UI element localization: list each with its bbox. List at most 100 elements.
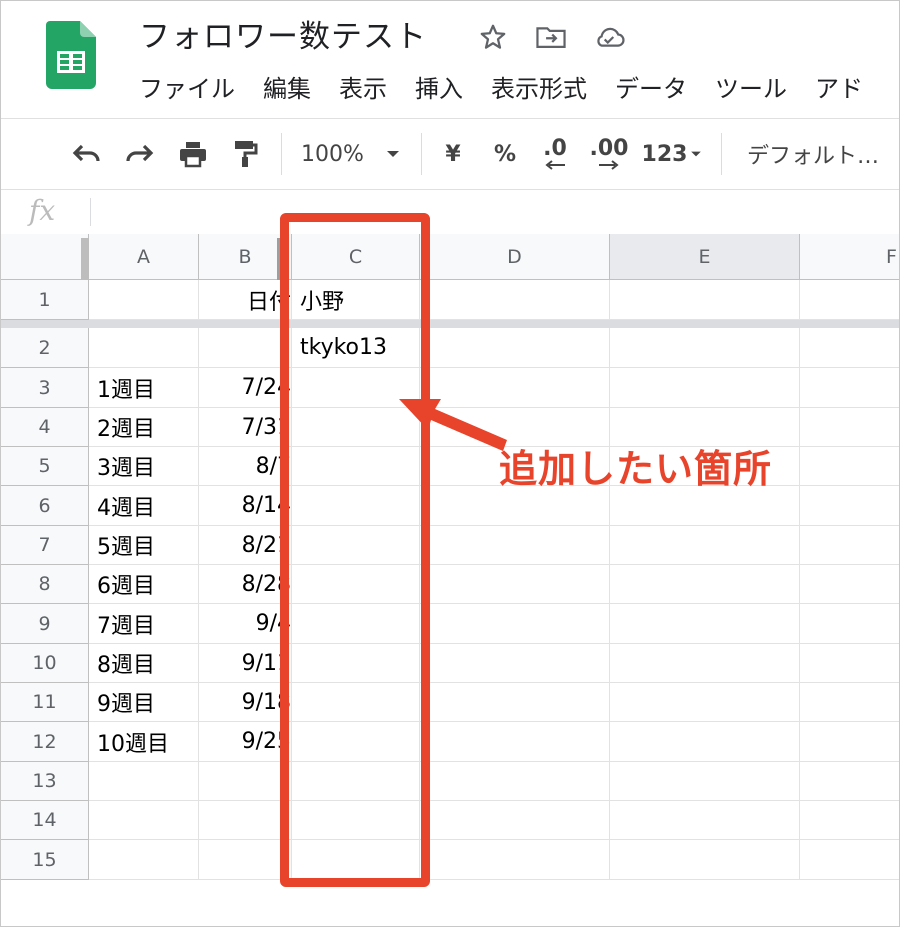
- cell-d9[interactable]: [420, 604, 610, 644]
- cell-b12[interactable]: 9/25: [199, 722, 292, 762]
- cell-a6[interactable]: 4週目: [89, 486, 199, 526]
- column-header-e[interactable]: E: [610, 234, 800, 280]
- cell-e12[interactable]: [610, 722, 800, 762]
- select-all-corner[interactable]: [1, 234, 89, 280]
- row-header[interactable]: 1: [1, 280, 89, 320]
- cell-b10[interactable]: 9/11: [199, 644, 292, 683]
- cell-d12[interactable]: [420, 722, 610, 762]
- row-header[interactable]: 15: [1, 840, 89, 880]
- cell-a4[interactable]: 2週目: [89, 408, 199, 447]
- cell-f8[interactable]: [800, 565, 899, 604]
- cell-d13[interactable]: [420, 762, 610, 801]
- row-header[interactable]: 8: [1, 565, 89, 604]
- cell-a12[interactable]: 10週目: [89, 722, 199, 762]
- menu-addons[interactable]: アド: [815, 69, 863, 104]
- cell-d2[interactable]: [420, 328, 610, 368]
- percent-format-button[interactable]: %: [489, 119, 521, 189]
- row-header[interactable]: 14: [1, 801, 89, 840]
- cell-b14[interactable]: [199, 801, 292, 840]
- formula-input[interactable]: [101, 190, 891, 234]
- cell-f15[interactable]: [800, 840, 899, 880]
- menu-tools[interactable]: ツール: [715, 69, 787, 104]
- cell-d15[interactable]: [420, 840, 610, 880]
- cell-a11[interactable]: 9週目: [89, 683, 199, 722]
- increase-decimal-button[interactable]: .00: [587, 119, 631, 189]
- row-header[interactable]: 9: [1, 604, 89, 644]
- cell-e13[interactable]: [610, 762, 800, 801]
- currency-format-button[interactable]: ¥: [437, 119, 469, 189]
- print-icon[interactable]: [173, 119, 213, 189]
- cell-f2[interactable]: [800, 328, 899, 368]
- cell-f10[interactable]: [800, 644, 899, 683]
- move-folder-icon[interactable]: [533, 19, 569, 55]
- cell-a9[interactable]: 7週目: [89, 604, 199, 644]
- menu-view[interactable]: 表示: [339, 69, 387, 104]
- cell-a2[interactable]: [89, 328, 199, 368]
- redo-icon[interactable]: [119, 119, 159, 189]
- freeze-handle[interactable]: [81, 238, 89, 280]
- cell-b1[interactable]: 日付: [199, 280, 292, 320]
- zoom-select[interactable]: 100%: [301, 119, 413, 189]
- row-header[interactable]: 10: [1, 644, 89, 683]
- cell-b3[interactable]: 7/24: [199, 368, 292, 408]
- cell-a5[interactable]: 3週目: [89, 447, 199, 486]
- cell-f12[interactable]: [800, 722, 899, 762]
- cell-f3[interactable]: [800, 368, 899, 408]
- row-header[interactable]: 11: [1, 683, 89, 722]
- row-header[interactable]: 4: [1, 408, 89, 447]
- cell-f13[interactable]: [800, 762, 899, 801]
- menu-edit[interactable]: 編集: [263, 69, 311, 104]
- undo-icon[interactable]: [67, 119, 107, 189]
- sheets-logo[interactable]: [46, 21, 96, 89]
- cell-e10[interactable]: [610, 644, 800, 683]
- menu-data[interactable]: データ: [615, 69, 687, 104]
- cell-b11[interactable]: 9/18: [199, 683, 292, 722]
- cell-a8[interactable]: 6週目: [89, 565, 199, 604]
- cell-b8[interactable]: 8/28: [199, 565, 292, 604]
- row-header[interactable]: 6: [1, 486, 89, 526]
- document-title[interactable]: フォロワー数テスト: [139, 11, 427, 56]
- cell-d1[interactable]: [420, 280, 610, 320]
- cell-e1[interactable]: [610, 280, 800, 320]
- cloud-saved-icon[interactable]: [591, 19, 627, 55]
- cell-f9[interactable]: [800, 604, 899, 644]
- column-header-d[interactable]: D: [420, 234, 610, 280]
- cell-b6[interactable]: 8/14: [199, 486, 292, 526]
- cell-b7[interactable]: 8/21: [199, 526, 292, 565]
- cell-e8[interactable]: [610, 565, 800, 604]
- cell-b9[interactable]: 9/4: [199, 604, 292, 644]
- cell-f6[interactable]: [800, 486, 899, 526]
- cell-f14[interactable]: [800, 801, 899, 840]
- cell-e7[interactable]: [610, 526, 800, 565]
- cell-a14[interactable]: [89, 801, 199, 840]
- row-header[interactable]: 13: [1, 762, 89, 801]
- paint-format-icon[interactable]: [225, 119, 265, 189]
- menu-insert[interactable]: 挿入: [415, 69, 463, 104]
- cell-f4[interactable]: [800, 408, 899, 447]
- cell-d11[interactable]: [420, 683, 610, 722]
- cell-f11[interactable]: [800, 683, 899, 722]
- cell-e14[interactable]: [610, 801, 800, 840]
- cell-e2[interactable]: [610, 328, 800, 368]
- cell-a15[interactable]: [89, 840, 199, 880]
- cell-a13[interactable]: [89, 762, 199, 801]
- cell-e3[interactable]: [610, 368, 800, 408]
- cell-e15[interactable]: [610, 840, 800, 880]
- star-icon[interactable]: [475, 19, 511, 55]
- number-format-select[interactable]: 123: [641, 119, 703, 189]
- menu-file[interactable]: ファイル: [139, 69, 235, 104]
- cell-b13[interactable]: [199, 762, 292, 801]
- font-select[interactable]: デフォルト…: [747, 119, 887, 189]
- decrease-decimal-button[interactable]: .0: [535, 119, 575, 189]
- cell-b5[interactable]: 8/7: [199, 447, 292, 486]
- cell-f5[interactable]: [800, 447, 899, 486]
- row-header[interactable]: 3: [1, 368, 89, 408]
- cell-a3[interactable]: 1週目: [89, 368, 199, 408]
- cell-a1[interactable]: [89, 280, 199, 320]
- cell-b15[interactable]: [199, 840, 292, 880]
- column-header-a[interactable]: A: [89, 234, 199, 280]
- cell-d10[interactable]: [420, 644, 610, 683]
- cell-b2[interactable]: [199, 328, 292, 368]
- cell-d7[interactable]: [420, 526, 610, 565]
- frozen-row-divider[interactable]: [1, 320, 899, 328]
